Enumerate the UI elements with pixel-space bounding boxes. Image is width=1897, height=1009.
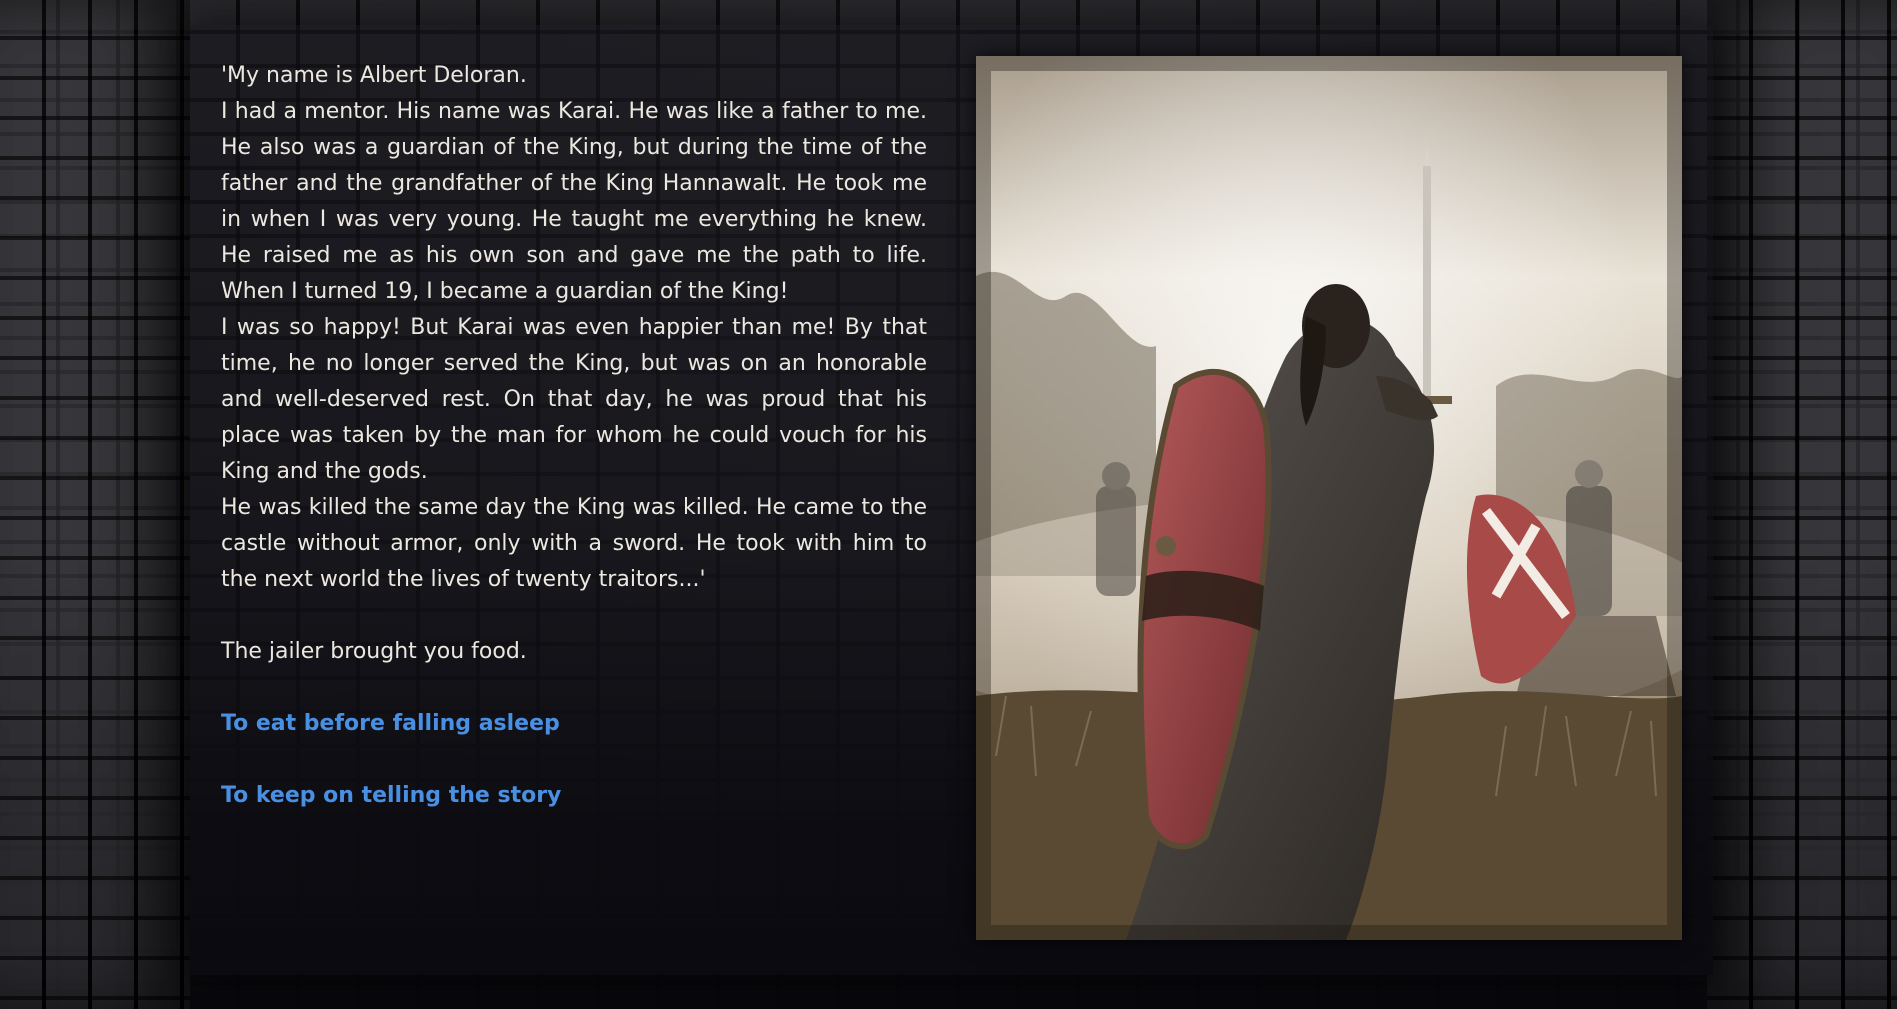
choice-eat-before-sleep[interactable]: To eat before falling asleep [221,706,560,742]
story-paragraph-3: I was so happy! But Karai was even happi… [221,315,927,484]
choice-keep-telling-story[interactable]: To keep on telling the story [221,778,561,814]
story-text: 'My name is Albert Deloran. I had a ment… [221,58,927,814]
narration-text: The jailer brought you food. [221,639,527,664]
stone-wall-left [0,0,190,1009]
knight-illustration [976,56,1682,940]
story-paragraph-2: I had a mentor. His name was Karai. He w… [221,99,927,304]
story-paragraph-1: 'My name is Albert Deloran. [221,63,527,88]
knight-illustration-art [976,56,1682,940]
sword-blade [1423,166,1431,396]
stone-wall-right [1707,0,1897,1009]
dungeon-background: 'My name is Albert Deloran. I had a ment… [0,0,1897,1009]
shield-boss [1156,536,1176,556]
story-paragraph-4: He was killed the same day the King was … [221,495,927,592]
